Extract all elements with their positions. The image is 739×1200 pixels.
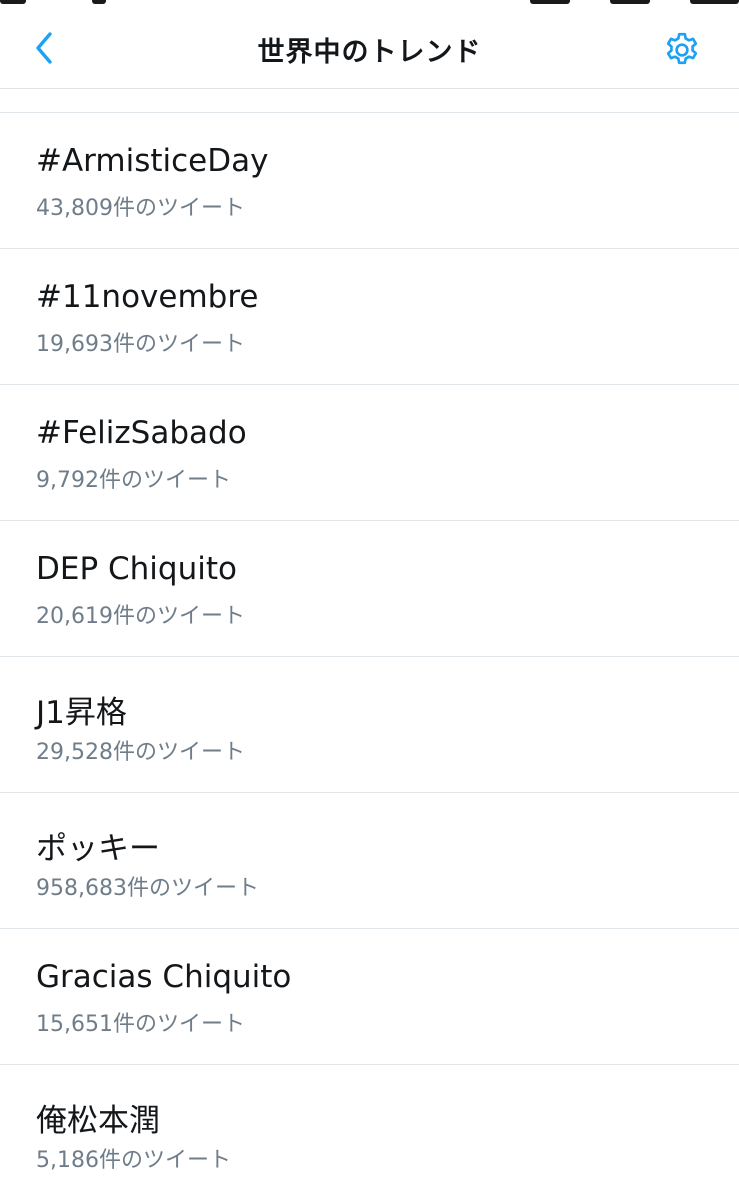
gear-icon xyxy=(666,32,698,65)
trend-item[interactable]: #FelizSabado 9,792件のツイート xyxy=(0,385,739,521)
tweet-count: 29,528件のツイート xyxy=(36,740,245,765)
tweet-count: 19,693件のツイート xyxy=(36,332,245,357)
carrier-icon xyxy=(92,0,106,4)
page-title: 世界中のトレンド xyxy=(257,37,482,68)
trend-name: Gracias Chiquito xyxy=(36,959,292,995)
tweet-count: 20,619件のツイート xyxy=(36,604,245,629)
trend-item[interactable]: J1昇格 29,528件のツイート xyxy=(0,657,739,793)
clock-icon xyxy=(610,0,650,4)
tweet-count: 15,651件のツイート xyxy=(36,1012,245,1037)
tweet-count: 9,792件のツイート xyxy=(36,468,231,493)
trend-item[interactable]: #ArmisticeDay 43,809件のツイート xyxy=(0,113,739,249)
back-button[interactable] xyxy=(24,28,64,68)
trend-item[interactable]: #11novembre 19,693件のツイート xyxy=(0,249,739,385)
status-bar xyxy=(0,0,739,10)
settings-button[interactable] xyxy=(660,28,704,72)
trend-item[interactable]: DEP Chiquito 20,619件のツイート xyxy=(0,521,739,657)
tweet-count: 958,683件のツイート xyxy=(36,876,259,901)
trend-name: DEP Chiquito xyxy=(36,551,237,587)
battery-icon xyxy=(690,0,739,4)
trend-name: 俺松本潤 xyxy=(36,1103,160,1139)
tweet-count: 5,186件のツイート xyxy=(36,1148,231,1173)
signal-icon xyxy=(0,0,26,4)
trend-item[interactable]: ポッキー 958,683件のツイート xyxy=(0,793,739,929)
trend-item[interactable]: Gracias Chiquito 15,651件のツイート xyxy=(0,929,739,1065)
trend-name: #ArmisticeDay xyxy=(36,143,269,179)
trend-name: J1昇格 xyxy=(36,695,127,731)
status-icons xyxy=(530,0,570,4)
chevron-left-icon xyxy=(36,32,52,64)
navigation-bar: 世界中のトレンド xyxy=(0,10,739,89)
tweet-count: 43,809件のツイート xyxy=(36,196,245,221)
trend-item[interactable]: 俺松本潤 5,186件のツイート xyxy=(0,1065,739,1200)
trend-name: ポッキー xyxy=(36,831,160,867)
trend-list: #ArmisticeDay 43,809件のツイート #11novembre 1… xyxy=(0,113,739,1200)
trend-name: #11novembre xyxy=(36,279,259,315)
trend-name: #FelizSabado xyxy=(36,415,247,451)
